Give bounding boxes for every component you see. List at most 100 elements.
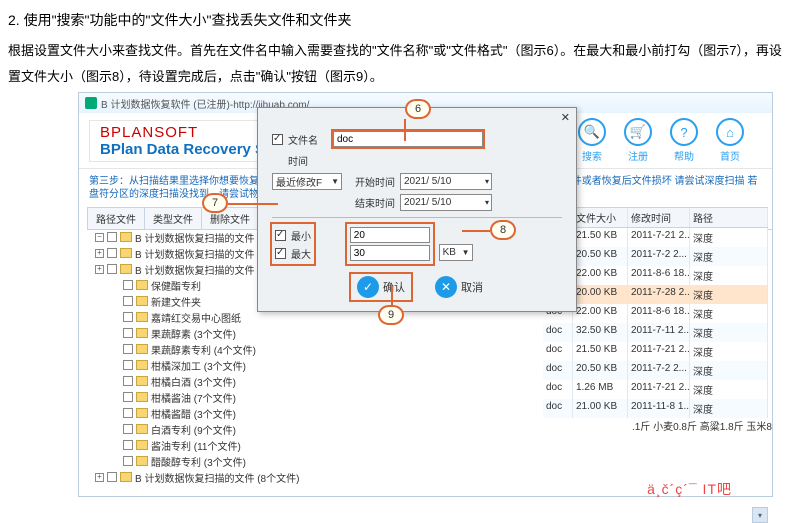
max-checkbox[interactable] — [275, 248, 286, 259]
register-button[interactable]: 🛒注册 — [624, 118, 652, 163]
tree-item[interactable]: 醋酸醇专利 (3个文件) — [87, 453, 337, 469]
callout-9: 9 — [378, 305, 404, 325]
tree-checkbox[interactable] — [123, 328, 133, 338]
expand-icon[interactable]: + — [95, 265, 104, 274]
doc-paragraph: 根据设置文件大小来查找文件。首先在文件名中输入需要查找的"文件名称"或"文件格式… — [0, 38, 800, 100]
folder-icon — [120, 264, 132, 274]
tree-checkbox[interactable] — [123, 296, 133, 306]
tree-item[interactable]: 白酒专利 (9个文件) — [87, 421, 337, 437]
expand-icon[interactable]: + — [95, 249, 104, 258]
help-icon: ? — [670, 118, 698, 146]
expand-icon[interactable]: − — [95, 233, 104, 242]
folder-icon — [136, 296, 148, 306]
min-input[interactable] — [350, 227, 430, 243]
col-mtime[interactable]: 修改时间 — [628, 208, 690, 227]
folder-icon — [120, 472, 132, 482]
tree-checkbox[interactable] — [123, 280, 133, 290]
col-path[interactable]: 路径 — [690, 208, 768, 227]
table-row[interactable]: doc21.00 KB2011-11-8 1...深度 — [543, 399, 768, 418]
callout-6-line — [404, 119, 406, 141]
close-icon: ✕ — [435, 276, 457, 298]
tree-item[interactable]: 柑橘深加工 (3个文件) — [87, 357, 337, 373]
folder-icon — [136, 328, 148, 338]
table-row[interactable]: doc21.50 KB2011-7-21 2...深度 — [543, 342, 768, 361]
callout-8: 8 — [490, 220, 516, 240]
chevron-down-icon: ▾ — [485, 198, 489, 207]
tree-label: 果蔬醇素专利 (4个文件) — [151, 342, 256, 357]
register-icon: 🛒 — [624, 118, 652, 146]
folder-icon — [120, 232, 132, 242]
tree-label: 新建文件夹 — [151, 294, 201, 309]
modify-select[interactable]: 最近修改F▼ — [272, 173, 342, 190]
time-label: 时间 — [288, 153, 328, 168]
tree-label: 保健酯专利 — [151, 278, 201, 293]
tree-checkbox[interactable] — [107, 232, 117, 242]
home-button[interactable]: ⌂首页 — [716, 118, 744, 163]
tree-label: 柑橘酱油 (7个文件) — [151, 390, 236, 405]
tree-item[interactable]: 柑橘酱油 (7个文件) — [87, 389, 337, 405]
tab-path[interactable]: 路径文件 — [87, 207, 145, 229]
tree-checkbox[interactable] — [123, 376, 133, 386]
callout-7-line — [228, 203, 278, 205]
folder-icon — [136, 392, 148, 402]
tree-label: 柑橘酱醋 (3个文件) — [151, 406, 236, 421]
folder-icon — [136, 424, 148, 434]
tree-label: 白酒专利 (9个文件) — [151, 422, 236, 437]
search-icon: 🔍 — [578, 118, 606, 146]
unit-select[interactable]: KB▼ — [439, 244, 473, 261]
max-input[interactable] — [350, 245, 430, 261]
folder-icon — [136, 280, 148, 290]
tree-item[interactable]: 果蔬醇素 (3个文件) — [87, 325, 337, 341]
tree-checkbox[interactable] — [107, 248, 117, 258]
tree-checkbox[interactable] — [123, 408, 133, 418]
tree-checkbox[interactable] — [123, 456, 133, 466]
tree-item[interactable]: 酱油专利 (11个文件) — [87, 437, 337, 453]
tree-item[interactable]: 柑橘白酒 (3个文件) — [87, 373, 337, 389]
folder-icon — [120, 248, 132, 258]
tab-type[interactable]: 类型文件 — [144, 207, 202, 229]
folder-icon — [136, 456, 148, 466]
close-icon[interactable]: ✕ — [561, 111, 570, 124]
tree-checkbox[interactable] — [123, 312, 133, 322]
chevron-down-icon: ▼ — [331, 177, 339, 186]
tree-item[interactable]: +B 计划数据恢复扫描的文件 (8个文件) — [87, 469, 337, 485]
tree-label: 柑橘白酒 (3个文件) — [151, 374, 236, 389]
tree-checkbox[interactable] — [123, 344, 133, 354]
tree-label: 嘉靖红交易中心图纸 — [151, 310, 241, 325]
tree-label: 醋酸醇专利 (3个文件) — [151, 454, 246, 469]
ok-button[interactable]: ✓确认 — [351, 274, 411, 300]
expand-icon[interactable]: + — [95, 473, 104, 482]
search-button[interactable]: 🔍搜索 — [578, 118, 606, 163]
callout-6: 6 — [405, 99, 431, 119]
tree-item[interactable]: 果蔬醇素专利 (4个文件) — [87, 341, 337, 357]
table-row[interactable]: doc32.50 KB2011-7-11 2...深度 — [543, 323, 768, 342]
end-time-input[interactable]: 2021/ 5/10▾ — [400, 194, 492, 211]
tree-checkbox[interactable] — [107, 472, 117, 482]
chevron-down-icon: ▾ — [485, 177, 489, 186]
filename-checkbox[interactable] — [272, 134, 283, 145]
start-time-label: 开始时间 — [347, 174, 395, 189]
tree-label: 果蔬醇素 (3个文件) — [151, 326, 236, 341]
help-button[interactable]: ?帮助 — [670, 118, 698, 163]
chevron-down-icon: ▼ — [462, 248, 470, 257]
tree-checkbox[interactable] — [123, 392, 133, 402]
home-icon: ⌂ — [716, 118, 744, 146]
table-row[interactable]: doc1.26 MB2011-7-21 2...深度 — [543, 380, 768, 399]
check-icon: ✓ — [357, 276, 379, 298]
scrollbar-down[interactable]: ▾ — [752, 507, 768, 523]
filename-input[interactable] — [333, 131, 483, 147]
col-size[interactable]: 文件大小 — [573, 208, 628, 227]
overflow-text: .1斤 小麦0.8斤 高粱1.8斤 玉米8 — [632, 418, 772, 433]
tree-checkbox[interactable] — [123, 440, 133, 450]
tree-item[interactable]: 柑橘酱醋 (3个文件) — [87, 405, 337, 421]
folder-icon — [136, 360, 148, 370]
folder-icon — [136, 312, 148, 322]
cancel-button[interactable]: ✕取消 — [435, 274, 483, 300]
tree-checkbox[interactable] — [107, 264, 117, 274]
tree-checkbox[interactable] — [123, 424, 133, 434]
start-time-input[interactable]: 2021/ 5/10▾ — [400, 173, 492, 190]
min-checkbox[interactable] — [275, 230, 286, 241]
folder-icon — [136, 440, 148, 450]
table-row[interactable]: doc20.50 KB2011-7-2 2...深度 — [543, 361, 768, 380]
tree-checkbox[interactable] — [123, 360, 133, 370]
